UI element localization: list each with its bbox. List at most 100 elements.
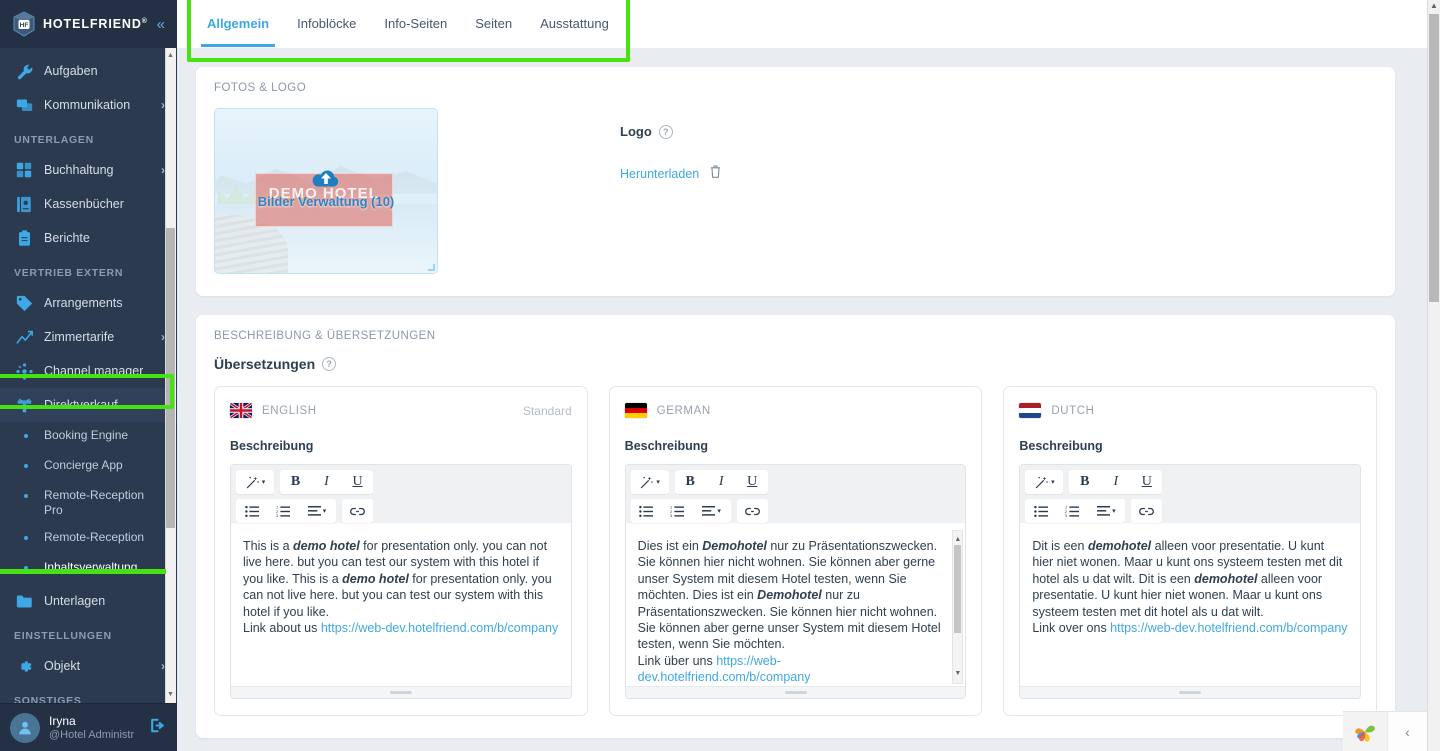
page-scroll-up-icon[interactable]: ▲ <box>1428 1 1440 10</box>
bullet-list-icon[interactable] <box>236 499 267 523</box>
resize-grip[interactable] <box>784 691 807 694</box>
underline-button[interactable]: U <box>737 470 768 494</box>
underline-label: U <box>1141 474 1152 489</box>
editor-text-english[interactable]: This is a demo hotel for presentation on… <box>231 528 571 686</box>
align-icon[interactable]: ▾ <box>1087 499 1125 523</box>
editor-text-german[interactable]: Dies ist ein Demohotel nur zu Präsentati… <box>625 528 966 686</box>
company-link[interactable]: https://web-dev.hotelfriend.com/b/compan… <box>321 621 558 635</box>
tab-seiten[interactable]: Seiten <box>461 0 526 47</box>
editor-resize-footer[interactable] <box>1020 686 1361 698</box>
sidebar-item-label: Zimmertarife <box>44 330 115 344</box>
download-link[interactable]: Herunterladen <box>620 167 699 181</box>
network-icon <box>14 361 34 381</box>
editor-toolbar: ▾ B I U 1 2 3 ▾ <box>1020 465 1361 523</box>
tab-info-seiten[interactable]: Info-Seiten <box>370 0 461 47</box>
sidebar-item-berichte[interactable]: Berichte <box>0 221 177 255</box>
question-mark-icon[interactable]: ? <box>322 357 337 371</box>
svg-text:3: 3 <box>1065 514 1067 518</box>
scroll-down-icon[interactable]: ▼ <box>953 666 962 682</box>
underline-button[interactable]: U <box>342 470 373 494</box>
sidebar-item-label: Berichte <box>44 231 90 245</box>
page-scrollbar[interactable]: ▲ <box>1427 0 1440 751</box>
bold-text: demo hotel <box>342 571 409 586</box>
toolbar-group-lists: 123 ▾ <box>236 499 336 523</box>
tab-ausstattung[interactable]: Ausstattung <box>526 0 623 47</box>
link-icon[interactable] <box>1131 499 1162 523</box>
sidebar-item-unterlagen[interactable]: Unterlagen <box>0 584 177 618</box>
tab-infobloecke[interactable]: Infoblöcke <box>283 0 370 47</box>
sidebar-item-kassenbuecher[interactable]: Kassenbücher <box>0 187 177 221</box>
align-icon[interactable]: ▾ <box>298 499 336 523</box>
sidebar-item-aufgaben[interactable]: Aufgaben <box>0 54 177 88</box>
translation-card-header: ENGLISH Standard <box>230 403 572 418</box>
bold-text: demo hotel <box>293 539 360 553</box>
sidebar-item-zimmertarife[interactable]: Zimmertarife › <box>0 320 177 354</box>
italic-button[interactable]: I <box>311 470 342 494</box>
resize-handle[interactable] <box>428 264 435 271</box>
sidebar-item-buchhaltung[interactable]: Buchhaltung › <box>0 153 177 187</box>
bold-button[interactable]: B <box>1069 470 1100 494</box>
bullet-list-icon[interactable] <box>1025 499 1056 523</box>
sidebar-scrollbar-thumb[interactable] <box>166 228 175 528</box>
numbered-list-icon[interactable]: 123 <box>662 499 693 523</box>
sidebar-subitem-inhaltsverwaltung[interactable]: Inhaltsverwaltung <box>0 554 177 584</box>
underline-button[interactable]: U <box>1131 470 1162 494</box>
sidebar-item-channel-manager[interactable]: Channel manager <box>0 354 177 388</box>
magic-wand-icon[interactable]: ▾ <box>631 470 669 494</box>
translations-heading: Übersetzungen ? <box>196 342 1395 372</box>
company-link[interactable]: https://web-dev.hotelfriend.com/b/compan… <box>1110 621 1347 635</box>
sidebar-subitem-concierge-app[interactable]: Concierge App <box>0 452 177 482</box>
toolbar-row-2: 123 ▾ <box>630 499 961 523</box>
resize-grip[interactable] <box>1179 691 1202 694</box>
sidebar-subitem-remote-reception-pro[interactable]: Remote-Reception Pro <box>0 482 177 524</box>
chevron-down-icon: ▾ <box>1112 508 1116 515</box>
translations-label: Übersetzungen <box>214 356 316 372</box>
logout-icon[interactable] <box>149 717 167 739</box>
chevron-left-icon[interactable]: ‹ <box>1387 711 1427 751</box>
calculator-icon <box>14 160 34 180</box>
field-label: Beschreibung <box>624 439 709 453</box>
numbered-list-icon[interactable]: 123 <box>267 499 298 523</box>
toolbar-group-format: B I U <box>280 470 373 494</box>
italic-label: I <box>324 474 329 489</box>
magic-wand-icon[interactable]: ▾ <box>236 470 274 494</box>
hotel-image-thumbnail[interactable]: DEMO HOTEL Bilder Verwaltung (10) <box>214 108 438 274</box>
link-icon[interactable] <box>737 499 768 523</box>
sidebar-subitem-remote-reception[interactable]: Remote-Reception <box>0 524 177 554</box>
sidebar-scroll-up-icon[interactable]: ▲ <box>166 50 175 62</box>
editor-scrollbar[interactable]: ▲ ▼ <box>952 530 964 684</box>
trash-icon[interactable] <box>709 164 722 184</box>
link-icon[interactable] <box>342 499 373 523</box>
numbered-list-icon[interactable]: 123 <box>1056 499 1087 523</box>
field-label: Beschreibung <box>1019 439 1103 453</box>
sidebar-item-kommunikation[interactable]: Kommunikation › <box>0 88 177 122</box>
sidebar-subitem-label: Remote-Reception Pro <box>44 488 145 517</box>
sidebar-item-objekt[interactable]: Objekt › <box>0 649 177 683</box>
magic-wand-icon[interactable]: ▾ <box>1025 470 1063 494</box>
bold-button[interactable]: B <box>280 470 311 494</box>
editor-scrollbar-thumb[interactable] <box>954 545 962 633</box>
standard-badge: Standard <box>522 403 572 418</box>
sidebar-item-arrangements[interactable]: Arrangements <box>0 286 177 320</box>
question-mark-icon[interactable]: ? <box>658 124 673 139</box>
pinwheel-icon[interactable] <box>1343 711 1387 751</box>
align-icon[interactable]: ▾ <box>693 499 731 523</box>
toolbar-row-2: 123 ▾ <box>236 499 566 523</box>
italic-button[interactable]: I <box>706 470 737 494</box>
page-scrollbar-thumb[interactable] <box>1429 14 1439 302</box>
sidebar-collapse-icon[interactable]: « <box>155 15 167 34</box>
sidebar-user-panel[interactable]: Iryna @Hotel Administr <box>0 703 177 751</box>
editor-resize-footer[interactable] <box>231 686 571 698</box>
bold-button[interactable]: B <box>675 470 706 494</box>
italic-button[interactable]: I <box>1100 470 1131 494</box>
resize-grip[interactable] <box>389 691 412 694</box>
sidebar-item-direktverkauf[interactable]: Direktverkauf ⌄ <box>0 388 177 422</box>
toolbar-group-link <box>342 499 373 523</box>
editor-text-dutch[interactable]: Dit is een demohotel alleen voor present… <box>1020 528 1361 686</box>
bullet-list-icon[interactable] <box>631 499 662 523</box>
user-role: @Hotel Administr <box>49 728 135 741</box>
sidebar-subitem-booking-engine[interactable]: Booking Engine <box>0 422 177 452</box>
sidebar-scroll-down-icon[interactable]: ▼ <box>166 689 175 701</box>
tab-allgemein[interactable]: Allgemein <box>193 0 283 47</box>
editor-resize-footer[interactable] <box>625 686 966 698</box>
